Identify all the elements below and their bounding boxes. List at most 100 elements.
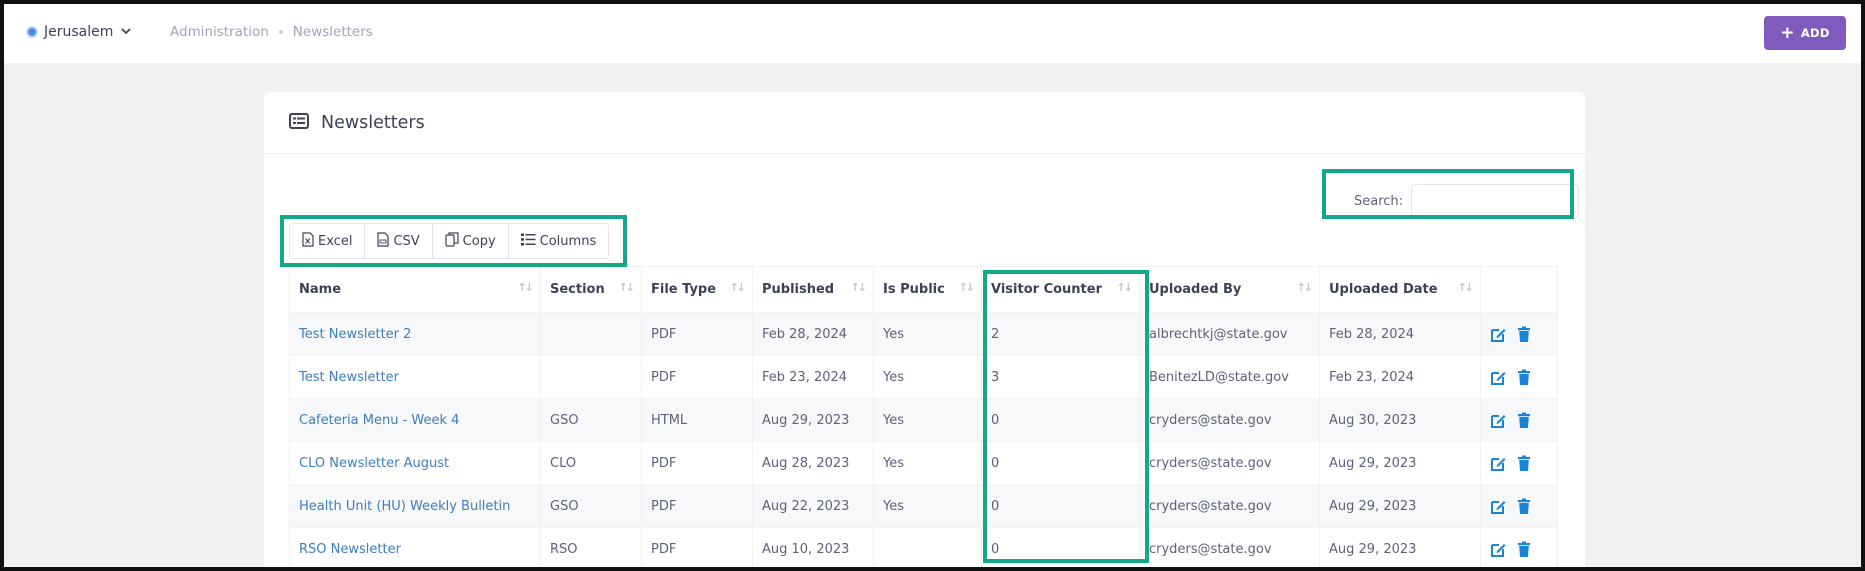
newsletter-link[interactable]: Test Newsletter 2 — [299, 327, 411, 342]
sort-icon: ↑↓ — [850, 281, 868, 294]
cell-uploaded-by: cryders@state.gov — [1139, 441, 1320, 485]
newsletters-card: Newsletters Search: Excel CSV Copy Colum… — [264, 92, 1585, 571]
edit-icon[interactable] — [1490, 455, 1507, 472]
column-header-published[interactable]: Published ↑↓ — [752, 266, 874, 313]
row-actions — [1490, 498, 1548, 515]
excel-button-label: Excel — [318, 233, 353, 249]
cell-visitor-counter: 0 — [981, 441, 1140, 485]
trash-icon[interactable] — [1517, 455, 1531, 472]
cell-file-type: PDF — [641, 484, 753, 528]
cell-visitor-counter: 2 — [981, 312, 1140, 356]
top-bar: Jerusalem Administration Newsletters + A… — [0, 0, 1865, 63]
table-header-row: Name ↑↓ Section ↑↓ File Type ↑↓ Published ↑↓… — [289, 266, 1558, 313]
trash-icon[interactable] — [1517, 326, 1531, 343]
column-header-visitor-counter[interactable]: Visitor Counter ↑↓ — [981, 266, 1140, 313]
newsletter-link[interactable]: RSO Newsletter — [299, 542, 401, 557]
breadcrumb-separator — [278, 30, 283, 34]
card-header: Newsletters — [264, 92, 1585, 154]
newsletters-table: Name ↑↓ Section ↑↓ File Type ↑↓ Published ↑↓… — [289, 266, 1558, 571]
chevron-down-icon — [121, 27, 132, 38]
edit-icon[interactable] — [1490, 412, 1507, 429]
file-excel-icon — [302, 231, 314, 251]
cell-file-type: PDF — [641, 355, 753, 399]
cell-name: CLO Newsletter August — [289, 441, 541, 485]
cell-is-public: Yes — [873, 398, 982, 442]
plus-icon: + — [1780, 22, 1795, 43]
cell-uploaded-by: cryders@state.gov — [1139, 484, 1320, 528]
cell-visitor-counter: 0 — [981, 527, 1140, 571]
cell-visitor-counter: 0 — [981, 484, 1140, 528]
trash-icon[interactable] — [1517, 498, 1531, 515]
column-header-label: Is Public — [883, 282, 945, 297]
cell-is-public — [873, 527, 982, 571]
newsletter-link[interactable]: CLO Newsletter August — [299, 456, 449, 471]
breadcrumb-administration[interactable]: Administration — [170, 24, 269, 40]
trash-icon[interactable] — [1517, 412, 1531, 429]
breadcrumb: Administration Newsletters — [170, 24, 373, 40]
row-actions — [1490, 455, 1548, 472]
column-header-section[interactable]: Section ↑↓ — [540, 266, 642, 313]
column-header-label: File Type — [651, 282, 717, 297]
column-header-label: Uploaded Date — [1329, 282, 1438, 297]
cell-uploaded-by: cryders@state.gov — [1139, 398, 1320, 442]
edit-icon[interactable] — [1490, 326, 1507, 343]
newsletter-link[interactable]: Cafeteria Menu - Week 4 — [299, 413, 459, 428]
cell-name: RSO Newsletter — [289, 527, 541, 571]
cell-uploaded-date: Aug 29, 2023 — [1319, 527, 1481, 571]
cell-is-public: Yes — [873, 312, 982, 356]
newsletter-link[interactable]: Health Unit (HU) Weekly Bulletin — [299, 499, 510, 514]
column-header-label: Uploaded By — [1149, 282, 1242, 297]
cell-section: RSO — [540, 527, 642, 571]
newsletters-table-wrap: Name ↑↓ Section ↑↓ File Type ↑↓ Published ↑↓… — [289, 266, 1558, 571]
add-button[interactable]: + ADD — [1764, 16, 1846, 50]
table-row: Cafeteria Menu - Week 4 GSO HTML Aug 29, 20… — [289, 398, 1558, 442]
trash-icon[interactable] — [1517, 541, 1531, 558]
cell-uploaded-date: Aug 29, 2023 — [1319, 441, 1481, 485]
column-header-is-public[interactable]: Is Public ↑↓ — [873, 266, 982, 313]
cell-name: Test Newsletter 2 — [289, 312, 541, 356]
cell-section: GSO — [540, 398, 642, 442]
copy-icon — [445, 231, 459, 251]
cell-published: Aug 28, 2023 — [752, 441, 874, 485]
cell-published: Feb 23, 2024 — [752, 355, 874, 399]
edit-icon[interactable] — [1490, 541, 1507, 558]
newsletter-link[interactable]: Test Newsletter — [299, 370, 399, 385]
edit-icon[interactable] — [1490, 369, 1507, 386]
breadcrumb-newsletters: Newsletters — [292, 24, 373, 40]
cell-section — [540, 312, 642, 356]
cell-name: Health Unit (HU) Weekly Bulletin — [289, 484, 541, 528]
columns-button[interactable]: Columns — [509, 224, 609, 258]
status-dot-icon — [26, 26, 38, 38]
csv-button[interactable]: CSV — [365, 224, 433, 258]
file-csv-icon — [377, 231, 390, 251]
column-header-label: Visitor Counter — [991, 282, 1102, 297]
search-input[interactable] — [1411, 184, 1580, 218]
excel-button[interactable]: Excel — [290, 224, 366, 258]
column-header-label: Name — [299, 282, 342, 297]
cell-name: Test Newsletter — [289, 355, 541, 399]
column-header-uploaded-by[interactable]: Uploaded By ↑↓ — [1139, 266, 1320, 313]
search-area: Search: — [1338, 178, 1588, 224]
cell-uploaded-date: Aug 30, 2023 — [1319, 398, 1481, 442]
export-button-group: Excel CSV Copy Columns — [289, 223, 610, 259]
sort-icon: ↑↓ — [517, 281, 535, 294]
trash-icon[interactable] — [1517, 369, 1531, 386]
cell-actions — [1480, 398, 1558, 442]
page-title: Newsletters — [321, 112, 425, 133]
column-header-label: Published — [762, 282, 835, 297]
list-icon — [289, 112, 309, 133]
cell-published: Aug 22, 2023 — [752, 484, 874, 528]
location-selector[interactable]: Jerusalem — [26, 22, 132, 42]
cell-uploaded-date: Feb 28, 2024 — [1319, 312, 1481, 356]
row-actions — [1490, 412, 1548, 429]
cell-is-public: Yes — [873, 441, 982, 485]
column-header-name[interactable]: Name ↑↓ — [289, 266, 541, 313]
column-header-file-type[interactable]: File Type ↑↓ — [641, 266, 753, 313]
cell-file-type: PDF — [641, 527, 753, 571]
cell-actions — [1480, 441, 1558, 485]
copy-button[interactable]: Copy — [433, 224, 509, 258]
edit-icon[interactable] — [1490, 498, 1507, 515]
column-header-uploaded-date[interactable]: Uploaded Date ↑↓ — [1319, 266, 1481, 313]
row-actions — [1490, 541, 1548, 558]
columns-button-label: Columns — [539, 233, 597, 249]
